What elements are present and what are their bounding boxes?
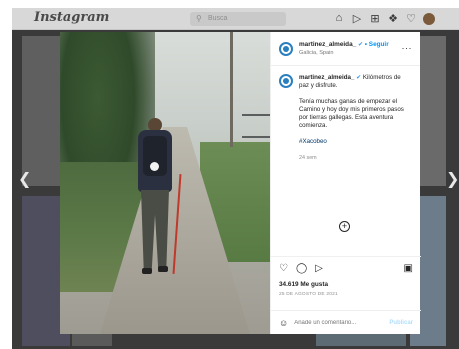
- caption-time: 24 sem: [299, 155, 317, 161]
- verified-badge-icon: ✔: [357, 41, 364, 48]
- photo-fence: [242, 114, 270, 138]
- post-caption-area: martinez_almeida_ ✔ Kilómetros de paz y …: [271, 66, 420, 261]
- next-post-arrow-icon[interactable]: ❯: [446, 172, 459, 188]
- top-nav-bar: Instagram ⚲ Busca ⌂ ▷ ⊞ ❖ ♡: [12, 8, 459, 30]
- like-icon[interactable]: ♡: [279, 263, 288, 275]
- search-box[interactable]: ⚲ Busca: [190, 12, 286, 26]
- caption-body: Tenía muchas ganas de empezar el Camino …: [299, 98, 404, 129]
- more-options-icon[interactable]: ···: [402, 43, 413, 53]
- search-placeholder: Busca: [208, 15, 228, 22]
- author-username[interactable]: martinez_almeida_: [299, 41, 356, 48]
- home-icon[interactable]: ⌂: [332, 11, 346, 25]
- like-count[interactable]: 34.619 Me gusta: [279, 281, 413, 288]
- search-icon: ⚲: [196, 14, 202, 23]
- comment-bar: ☺ Publicar: [271, 310, 421, 334]
- post-side-panel: martinez_almeida_ ✔ • Seguir Galicia, Sp…: [270, 32, 421, 334]
- explore-icon[interactable]: ❖: [386, 11, 400, 25]
- verified-badge-icon: ✔: [356, 75, 362, 81]
- direct-icon[interactable]: ▷: [350, 11, 364, 25]
- post-header: martinez_almeida_ ✔ • Seguir Galicia, Sp…: [271, 32, 420, 66]
- activity-icon[interactable]: ♡: [404, 11, 418, 25]
- share-icon[interactable]: ▷: [315, 263, 323, 275]
- post-date: 25 DE AGOSTO DE 2021: [279, 292, 338, 297]
- comment-icon[interactable]: ◯: [296, 263, 307, 275]
- instagram-logo[interactable]: Instagram: [34, 10, 109, 25]
- previous-post-arrow-icon[interactable]: ❮: [18, 172, 31, 188]
- post-modal: martinez_almeida_ ✔ • Seguir Galicia, Sp…: [60, 32, 421, 334]
- hashtag-link[interactable]: #Xacobeo: [299, 138, 412, 146]
- nav-icons: ⌂ ▷ ⊞ ❖ ♡: [332, 11, 436, 25]
- publish-button[interactable]: Publicar: [389, 320, 413, 326]
- comment-input[interactable]: [294, 319, 375, 326]
- post-photo[interactable]: [60, 32, 270, 334]
- emoji-icon[interactable]: ☺: [279, 318, 288, 328]
- post-actions: ♡ ◯ ▷ ▣ 34.619 Me gusta 25 DE AGOSTO DE …: [271, 256, 421, 297]
- follow-button[interactable]: • Seguir: [365, 41, 389, 48]
- caption-username[interactable]: martinez_almeida_: [299, 74, 354, 81]
- profile-avatar[interactable]: [422, 11, 436, 25]
- photo-pole: [230, 32, 233, 147]
- photo-walker: [132, 118, 182, 288]
- post-location[interactable]: Galicia, Spain: [299, 49, 389, 57]
- new-post-icon[interactable]: ⊞: [368, 11, 382, 25]
- caption-author-avatar[interactable]: [279, 74, 293, 88]
- load-more-comments-icon[interactable]: +: [339, 221, 350, 232]
- author-avatar[interactable]: [279, 41, 293, 56]
- save-icon[interactable]: ▣: [404, 263, 413, 275]
